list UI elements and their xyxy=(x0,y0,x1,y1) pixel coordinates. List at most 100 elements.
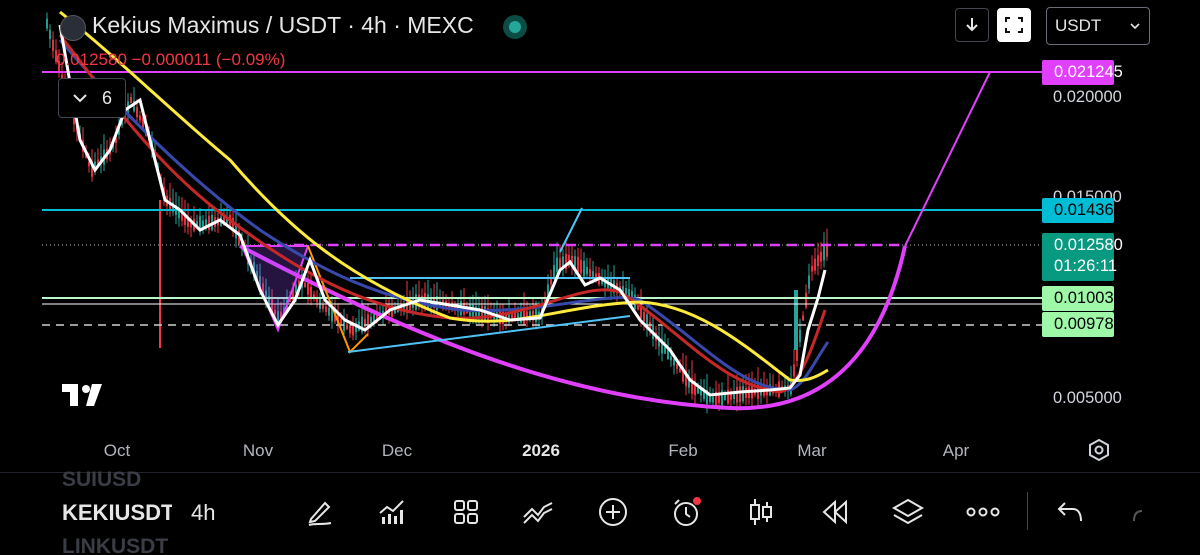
candle-body xyxy=(670,356,672,361)
time-label-nov: Nov xyxy=(242,441,274,460)
candle-body xyxy=(136,107,138,117)
candle-body xyxy=(49,29,51,40)
timeframe-button[interactable]: 4h xyxy=(191,500,215,526)
compare-button[interactable] xyxy=(522,495,556,529)
coin-logo xyxy=(60,15,86,41)
ma-red xyxy=(58,34,827,394)
alerts-button[interactable] xyxy=(669,495,703,529)
cup-handle-line xyxy=(904,71,991,247)
candle-body xyxy=(709,396,711,402)
candle-body xyxy=(583,260,585,277)
candle-body xyxy=(808,275,810,289)
green-level-tag-a: 0.010039 xyxy=(1042,286,1123,311)
ohlc-readout: 0.012580 −0.000011 (−0.09%) xyxy=(56,50,286,69)
chart-type-button[interactable] xyxy=(744,495,778,529)
tradingview-logo xyxy=(62,384,102,406)
candle-body xyxy=(139,115,141,121)
redo-icon xyxy=(1133,510,1143,522)
pink-level-tag: 0.021245 xyxy=(1042,60,1123,85)
time-label-apr: Apr xyxy=(942,441,970,460)
candle-body xyxy=(550,278,552,285)
candle-body xyxy=(742,386,744,402)
candle-body xyxy=(208,215,210,230)
cyan-level-tag: 0.014361 xyxy=(1042,198,1123,223)
time-label-dec: Dec xyxy=(381,441,413,460)
candles-icon xyxy=(750,499,772,525)
indicators-count: 6 xyxy=(101,87,112,108)
symbol-next[interactable]: LINKUSDT xyxy=(62,535,168,554)
chart-canvas[interactable] xyxy=(0,0,1200,472)
symbol-current[interactable]: KEKIUSDT xyxy=(62,500,172,526)
time-label-mar: Mar xyxy=(797,441,827,460)
add-icon xyxy=(599,498,627,526)
alert-icon xyxy=(674,497,701,526)
candle-body xyxy=(328,307,330,316)
toolbar-separator xyxy=(1027,492,1028,530)
candle-body xyxy=(820,251,822,262)
indicators-icon xyxy=(379,500,404,524)
chart-settings-button[interactable] xyxy=(1087,438,1111,467)
templates-button[interactable] xyxy=(449,495,483,529)
candle-body xyxy=(793,364,795,377)
chart-title[interactable]: Kekius Maximus / USDT · 4h · MEXC xyxy=(92,12,474,39)
fullscreen-button[interactable] xyxy=(997,8,1031,42)
download-button[interactable] xyxy=(955,8,989,42)
pencil-icon xyxy=(308,501,332,526)
candle-body xyxy=(577,256,579,273)
candle-body xyxy=(799,329,801,342)
chevron-down-icon xyxy=(1130,23,1140,30)
candle-body xyxy=(823,244,825,261)
candle-body xyxy=(310,286,312,299)
undo-button[interactable] xyxy=(1053,495,1087,529)
more-icon xyxy=(966,507,1000,517)
templates-icon xyxy=(454,500,478,524)
candle-body xyxy=(712,396,714,403)
more-button[interactable] xyxy=(966,495,1000,529)
candle-body xyxy=(736,387,738,403)
time-label-2026: 2026 xyxy=(522,441,560,460)
time-label-oct: Oct xyxy=(103,441,131,460)
candle-body xyxy=(805,292,807,308)
candle-body xyxy=(586,266,588,275)
candle-body xyxy=(484,306,486,322)
candle-body xyxy=(46,18,48,29)
price-label-005: 0.005000 xyxy=(1053,389,1122,407)
compare-icon xyxy=(523,502,553,524)
symbol-prev[interactable]: SUIUSD xyxy=(62,468,141,492)
layers-icon xyxy=(891,498,925,525)
candle-body xyxy=(559,258,561,270)
last-price-tag: 0.012580 01:26:11 xyxy=(1042,233,1123,281)
chevron-down-icon xyxy=(73,94,87,103)
candle-body xyxy=(739,386,741,403)
candle-body xyxy=(307,282,309,295)
drawing-tool-button[interactable] xyxy=(303,495,337,529)
bar-countdown: 01:26:11 xyxy=(1054,257,1118,275)
currency-select[interactable]: USDT xyxy=(1046,7,1150,45)
candle-body xyxy=(325,306,327,312)
redo-button[interactable] xyxy=(1128,495,1162,529)
candle-body xyxy=(370,316,372,324)
layers-button[interactable] xyxy=(891,495,925,529)
replay-icon xyxy=(822,499,847,525)
candle-body xyxy=(817,255,819,267)
candle-body xyxy=(676,363,678,369)
candle-body xyxy=(814,258,816,271)
green-level-tag-b: 0.009784 xyxy=(1042,312,1123,337)
candle-body xyxy=(556,257,558,272)
candle-body xyxy=(346,324,348,330)
candle-body xyxy=(349,324,351,334)
indicators-button[interactable] xyxy=(375,495,409,529)
last-price-value: 0.012580 xyxy=(1054,236,1123,254)
indicators-toggle-button[interactable]: 6 xyxy=(58,78,126,118)
price-label-020: 0.020000 xyxy=(1053,88,1122,106)
market-status-icon[interactable] xyxy=(503,15,527,39)
candle-body xyxy=(673,359,675,366)
settings-hex-icon xyxy=(1089,438,1109,462)
candle-body xyxy=(202,220,204,227)
time-label-feb: Feb xyxy=(668,441,698,460)
candle-body xyxy=(643,312,645,322)
candle-body xyxy=(802,315,804,321)
replay-button[interactable] xyxy=(818,495,852,529)
add-button[interactable] xyxy=(596,495,630,529)
candle-body xyxy=(589,268,591,277)
